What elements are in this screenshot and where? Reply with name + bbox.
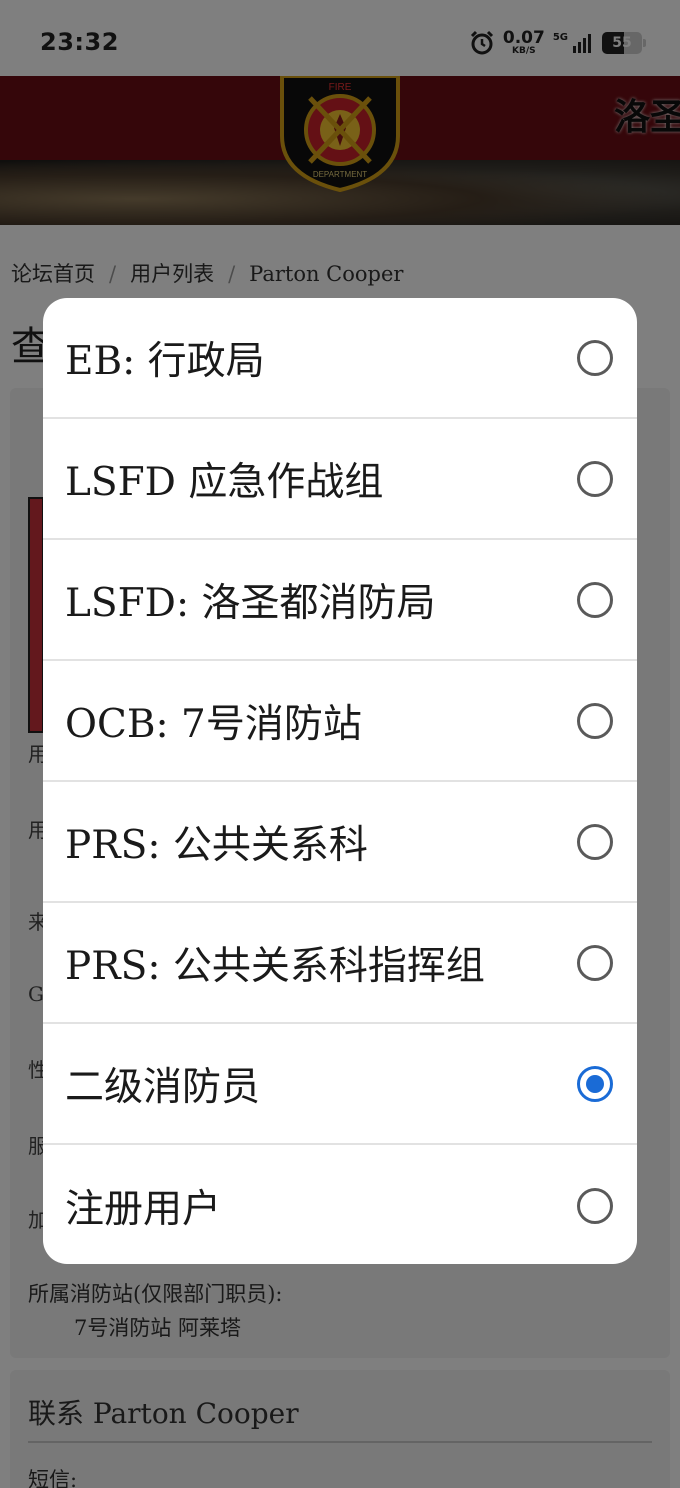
option-eb-admin-bureau[interactable]: EB: 行政局	[43, 298, 637, 419]
option-label: PRS: 公共关系科	[65, 822, 368, 868]
option-label: PRS: 公共关系科指挥组	[65, 943, 485, 989]
option-prs-public-relations[interactable]: PRS: 公共关系科	[43, 782, 637, 903]
radio-button[interactable]	[577, 339, 613, 376]
option-lsfd-fire-department[interactable]: LSFD: 洛圣都消防局	[43, 540, 637, 661]
option-firefighter-level-2[interactable]: 二级消防员	[43, 1024, 637, 1145]
option-label: 二级消防员	[65, 1064, 261, 1110]
option-ocb-station-7[interactable]: OCB: 7号消防站	[43, 661, 637, 782]
option-label: OCB: 7号消防站	[65, 701, 362, 747]
option-label: LSFD: 洛圣都消防局	[65, 580, 436, 626]
screen: 23:32 0.07 KB/S 5G 55	[0, 0, 680, 1488]
option-label: 注册用户	[65, 1186, 222, 1232]
radio-button[interactable]	[577, 944, 613, 981]
radio-button[interactable]	[577, 1187, 613, 1224]
option-lsfd-emergency-ops[interactable]: LSFD 应急作战组	[43, 419, 637, 540]
radio-button-selected[interactable]	[577, 1065, 613, 1102]
option-label: LSFD 应急作战组	[65, 459, 384, 505]
option-prs-command-group[interactable]: PRS: 公共关系科指挥组	[43, 903, 637, 1024]
radio-button[interactable]	[577, 823, 613, 860]
option-label: EB: 行政局	[65, 338, 265, 384]
radio-button[interactable]	[577, 460, 613, 497]
radio-button[interactable]	[577, 702, 613, 739]
group-select-dialog: EB: 行政局 LSFD 应急作战组 LSFD: 洛圣都消防局 OCB: 7号消…	[43, 298, 637, 1264]
radio-button[interactable]	[577, 581, 613, 618]
option-registered-user[interactable]: 注册用户	[43, 1145, 637, 1264]
